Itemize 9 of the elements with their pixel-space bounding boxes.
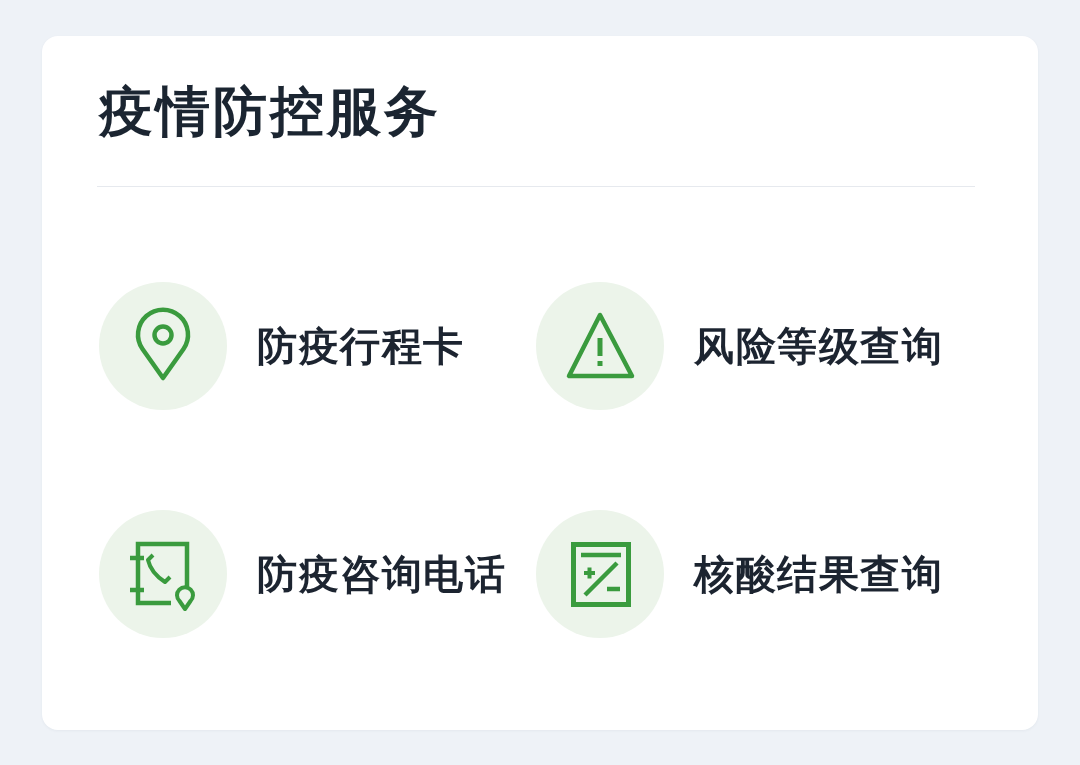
service-link[interactable]: 核酸结果查询 (536, 510, 943, 638)
phone-book-icon (99, 510, 227, 638)
location-pin-icon (99, 282, 227, 410)
warning-icon (536, 282, 664, 410)
service-link[interactable]: 防疫行程卡 (99, 282, 465, 410)
card-title: 疫情防控服务 (99, 80, 442, 144)
service-link[interactable]: 风险等级查询 (536, 282, 943, 410)
service-link[interactable]: 防疫咨询电话 (99, 510, 506, 638)
test-report-icon (536, 510, 664, 638)
